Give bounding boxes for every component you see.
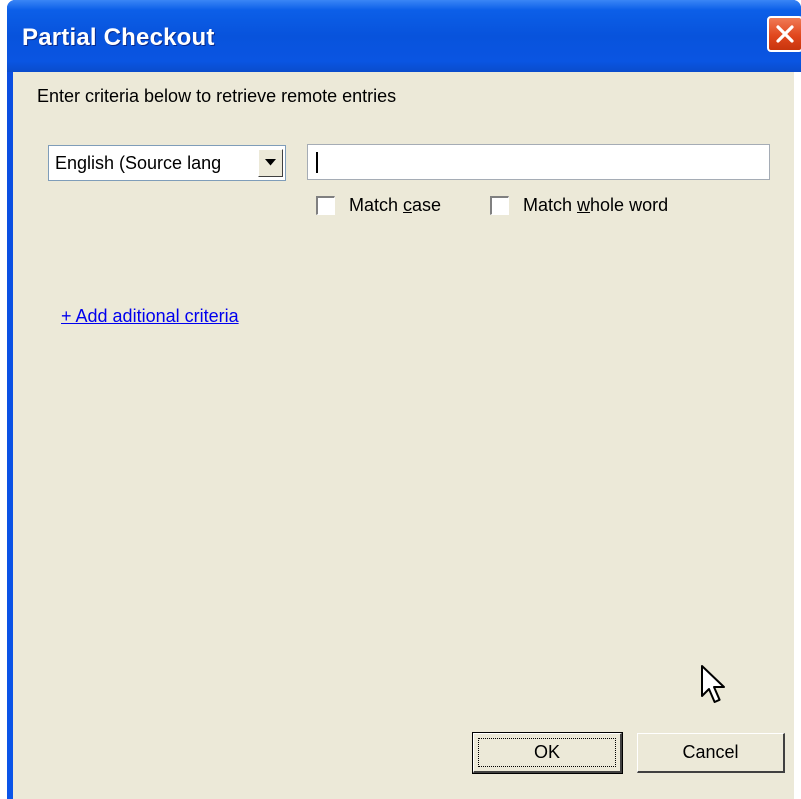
chevron-down-icon [265,159,276,166]
cancel-button[interactable]: Cancel [637,733,785,773]
dialog-client-area: Enter criteria below to retrieve remote … [13,72,801,799]
text-caret [316,152,318,173]
match-whole-word-checkbox[interactable] [490,196,509,215]
match-case-label: Match case [349,195,442,215]
window-title: Partial Checkout [22,24,215,51]
language-dropdown-value: English (Source lang [55,153,222,173]
title-bar[interactable]: Partial Checkout [7,0,801,72]
dialog-window: Partial Checkout Enter criteria below to… [7,0,801,799]
search-criteria-input[interactable] [307,144,770,180]
match-case-checkbox[interactable] [316,196,335,215]
match-whole-word-option[interactable]: Match whole word [490,195,668,216]
mouse-pointer-icon [701,665,725,703]
cancel-button-label: Cancel [682,742,739,762]
language-dropdown-button[interactable] [258,149,283,177]
focus-rectangle [478,738,616,767]
match-whole-word-label: Match whole word [523,195,669,215]
window-right-edge [794,72,801,799]
language-dropdown[interactable]: English (Source lang [48,145,286,181]
ok-button[interactable]: OK [472,732,623,774]
close-button[interactable] [767,16,801,52]
close-icon [776,25,794,43]
match-case-option[interactable]: Match case [316,195,441,216]
add-additional-criteria-link[interactable]: + Add aditional criteria [61,306,239,327]
instructions-text: Enter criteria below to retrieve remote … [37,86,397,106]
